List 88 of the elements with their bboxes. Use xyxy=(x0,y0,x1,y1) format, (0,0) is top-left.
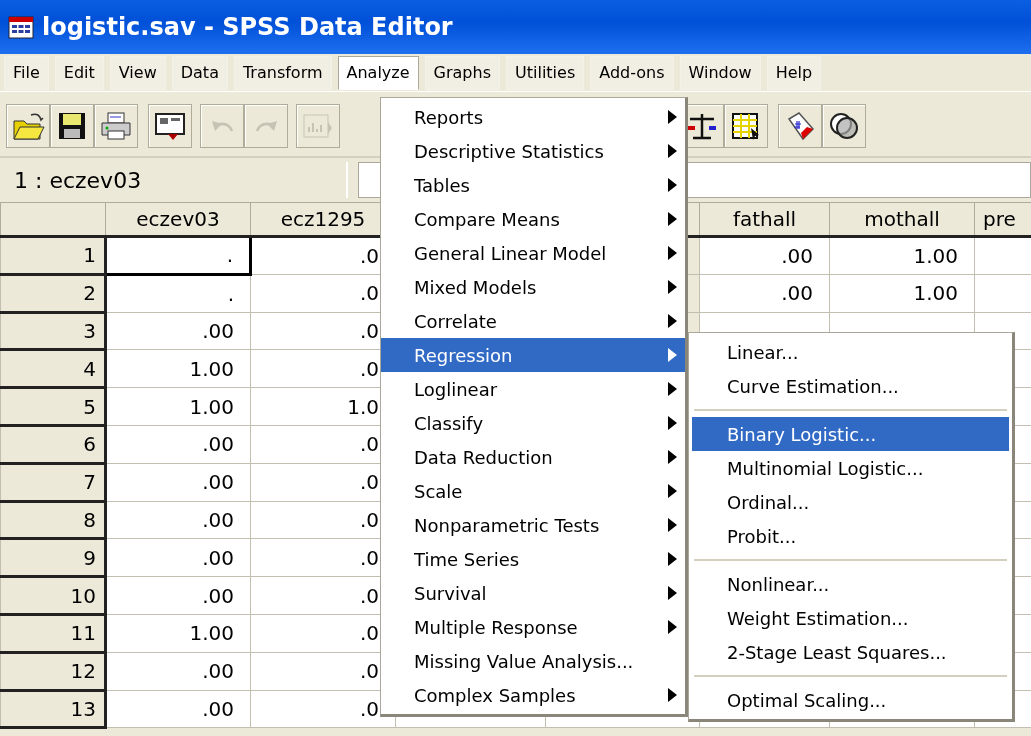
menu-item-label: Multiple Response xyxy=(414,615,578,640)
save-button[interactable] xyxy=(50,104,94,148)
cell-reference: 1 : eczev03 xyxy=(0,162,348,198)
open-folder-button[interactable] xyxy=(6,104,50,148)
menu-item[interactable]: Transform xyxy=(233,55,332,90)
table-cell: 1.00 xyxy=(829,236,975,275)
row-header[interactable]: 5 xyxy=(0,387,106,426)
menu-item-label: Survival xyxy=(414,581,487,606)
menu-item[interactable]: File xyxy=(4,55,49,90)
menu-item[interactable]: Linear... xyxy=(692,335,1009,369)
menu-item[interactable]: Regression xyxy=(381,338,685,372)
menu-item[interactable]: Weight Estimation... xyxy=(692,601,1009,635)
menu-item-label: Descriptive Statistics xyxy=(414,139,604,164)
row-header[interactable]: 10 xyxy=(0,576,106,615)
row-header[interactable]: 8 xyxy=(0,501,106,539)
row-header[interactable]: 2 xyxy=(0,274,106,313)
menu-item[interactable]: Compare Means xyxy=(381,202,685,236)
menu-item-label: Loglinear xyxy=(414,377,498,402)
menu-item[interactable]: Analyze xyxy=(337,55,419,90)
window-title: logistic.sav - SPSS Data Editor xyxy=(42,12,453,43)
dialog-button[interactable] xyxy=(148,104,192,148)
menu-item[interactable]: Reports xyxy=(381,100,685,134)
menu-item-label: Missing Value Analysis... xyxy=(414,649,634,674)
table-cell: .00 xyxy=(105,312,251,350)
menu-item[interactable]: Data xyxy=(171,55,228,90)
menu-item[interactable]: Probit... xyxy=(692,519,1009,553)
menu-item[interactable]: Tables xyxy=(381,168,685,202)
menu-item-label: Complex Samples xyxy=(414,683,576,708)
menu-item[interactable]: Edit xyxy=(54,55,104,90)
menu-item-label: Reports xyxy=(414,105,484,130)
tag-button[interactable] xyxy=(778,104,822,148)
menu-item-label: Compare Means xyxy=(414,207,560,232)
menu-item-label: Nonparametric Tests xyxy=(414,513,600,538)
app-icon xyxy=(8,14,34,40)
table-cell: 1.00 xyxy=(105,349,251,388)
menu-item[interactable]: Help xyxy=(766,55,822,90)
undo-icon xyxy=(210,119,234,133)
row-header[interactable]: 11 xyxy=(0,614,106,653)
menu-item-label: Scale xyxy=(414,479,463,504)
table-cell: .00 xyxy=(105,652,251,691)
row-header[interactable]: 1 xyxy=(0,236,106,275)
row-header[interactable]: 9 xyxy=(0,538,106,577)
table-cell: .00 xyxy=(699,236,830,275)
menu-item[interactable]: Graphs xyxy=(424,55,500,90)
table-cell: .00 xyxy=(105,463,251,502)
menu-item-label: General Linear Model xyxy=(414,241,607,266)
table-cell: 1.00 xyxy=(829,274,975,313)
table-cell: .00 xyxy=(699,274,830,313)
row-header[interactable]: 13 xyxy=(0,690,106,728)
menu-item[interactable]: Multinomial Logistic... xyxy=(692,451,1009,485)
chart-icon xyxy=(303,114,333,138)
menu-item-label: Mixed Models xyxy=(414,275,537,300)
table-cell: .00 xyxy=(105,425,251,464)
table-button[interactable] xyxy=(724,104,768,148)
table-cell: .00 xyxy=(105,576,251,615)
menu-item[interactable]: 2-Stage Least Squares... xyxy=(692,635,1009,669)
menu-item[interactable]: Add-ons xyxy=(590,55,674,90)
menu-item[interactable]: Ordinal... xyxy=(692,485,1009,519)
circles-button[interactable] xyxy=(822,104,866,148)
menu-item[interactable]: Optimal Scaling... xyxy=(692,683,1009,717)
menu-item[interactable]: Binary Logistic... xyxy=(692,417,1009,451)
printer-icon xyxy=(99,109,133,143)
row-header[interactable]: 12 xyxy=(0,652,106,691)
menu-item[interactable]: View xyxy=(109,55,166,90)
row-header[interactable]: 6 xyxy=(0,425,106,464)
menu-item[interactable]: Window xyxy=(679,55,761,90)
menu-item[interactable]: Nonlinear... xyxy=(692,567,1009,601)
menu-item[interactable]: Utilities xyxy=(506,55,585,90)
menu-item-label: Tables xyxy=(414,173,470,198)
menu-item-label: Regression xyxy=(414,343,513,368)
menu-item-label: Time Series xyxy=(414,547,520,572)
table-cell: .00 xyxy=(105,538,251,577)
row-header[interactable]: 4 xyxy=(0,349,106,388)
row-header[interactable]: 3 xyxy=(0,312,106,350)
menu-item[interactable]: Curve Estimation... xyxy=(692,369,1009,403)
menu-item-label: Correlate xyxy=(414,309,497,334)
menu-item-label: Data Reduction xyxy=(414,445,553,470)
table-cell: .00 xyxy=(105,501,251,539)
table-cell: . xyxy=(105,236,251,275)
table-cell: 1.00 xyxy=(105,387,251,426)
row-header[interactable]: 7 xyxy=(0,463,106,502)
table-cell: . xyxy=(105,274,251,313)
table-cell: 1.00 xyxy=(105,614,251,653)
menu-item[interactable]: Descriptive Statistics xyxy=(381,134,685,168)
printer-button[interactable] xyxy=(94,104,138,148)
table-cell: .00 xyxy=(105,690,251,728)
redo-icon xyxy=(254,119,278,133)
menu-item-label: Classify xyxy=(414,411,484,436)
